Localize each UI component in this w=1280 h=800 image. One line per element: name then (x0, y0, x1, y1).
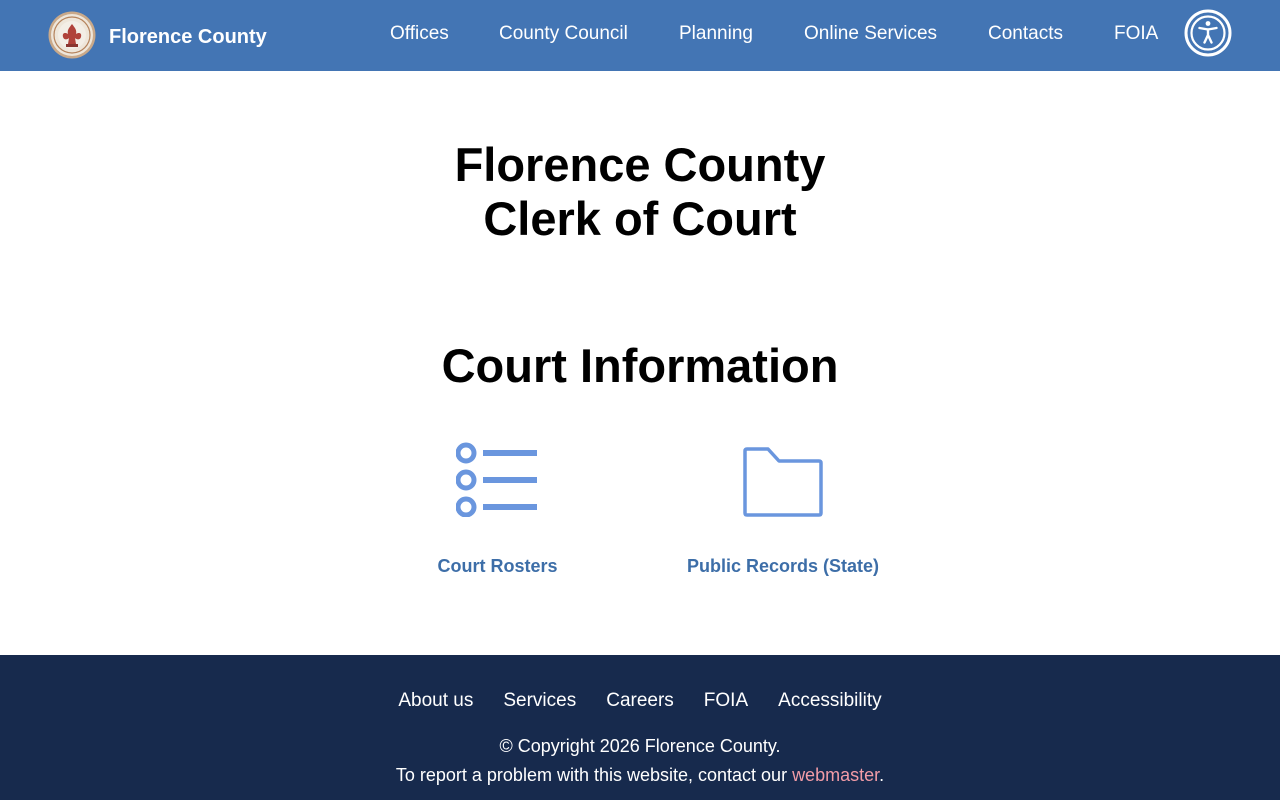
page-title-line-2: Clerk of Court (483, 192, 797, 245)
public-records-label: Public Records (State) (686, 556, 880, 576)
report-suffix: . (879, 765, 885, 785)
section-title: Court Information (441, 339, 839, 392)
public-records-link[interactable]: Public Records (State) (680, 441, 886, 577)
footer-nav: About us Services Careers FOIA Accessibi… (0, 689, 1280, 713)
footer-link-about-us[interactable]: About us (398, 689, 473, 713)
site-footer: About us Services Careers FOIA Accessibi… (0, 655, 1280, 800)
footer-link-foia[interactable]: FOIA (704, 689, 748, 713)
page-title-line-1: Florence County (454, 138, 826, 191)
accessibility-icon (1184, 9, 1232, 57)
footer-link-accessibility[interactable]: Accessibility (778, 689, 881, 713)
court-rosters-label: Court Rosters (437, 556, 558, 576)
site-header: Florence County Offices County Council P… (0, 0, 1280, 71)
copyright-text: © Copyright 2026 Florence County. (499, 736, 781, 756)
nav-item-online-services[interactable]: Online Services (804, 22, 937, 46)
nav-item-planning[interactable]: Planning (679, 22, 753, 46)
list-icon (455, 442, 537, 517)
report-prefix: To report a problem with this website, c… (395, 765, 793, 785)
nav-item-offices[interactable]: Offices (390, 22, 449, 46)
main-nav: Offices County Council Planning Online S… (0, 0, 1280, 71)
nav-item-contacts[interactable]: Contacts (988, 22, 1063, 46)
accessibility-button[interactable] (1184, 9, 1232, 57)
page-title: Florence County Clerk of Court (0, 138, 1280, 246)
footer-link-careers[interactable]: Careers (606, 689, 674, 713)
report-problem-text: To report a problem with this website, c… (0, 764, 1280, 786)
folder-icon (743, 447, 823, 517)
webmaster-link[interactable]: webmaster (792, 765, 879, 785)
nav-item-foia[interactable]: FOIA (1114, 22, 1158, 46)
court-rosters-link[interactable]: Court Rosters (433, 441, 562, 577)
nav-item-county-council[interactable]: County Council (499, 22, 628, 46)
main-content: Florence County Clerk of Court Court Inf… (0, 71, 1280, 655)
footer-link-services[interactable]: Services (503, 689, 576, 713)
